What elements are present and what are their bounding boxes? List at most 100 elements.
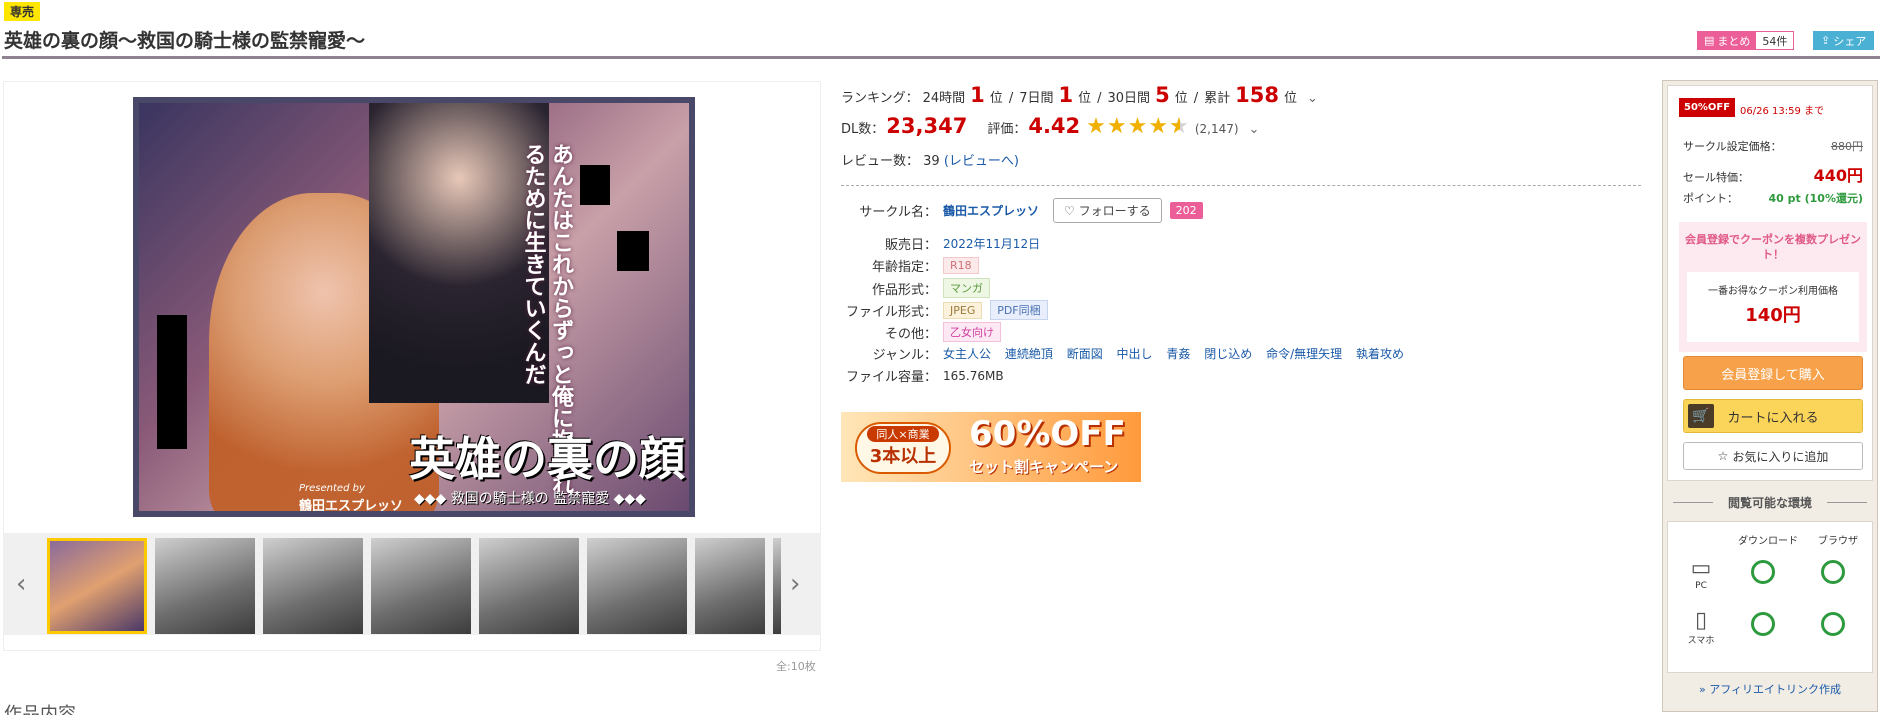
thumbnail[interactable]: [773, 538, 781, 634]
other-tag[interactable]: 乙女向け: [943, 322, 1001, 342]
rating-value: 4.42: [1028, 114, 1081, 138]
share-button[interactable]: ⇪ シェア: [1813, 31, 1875, 50]
cover-circle-name: 鶴田エスプレッソ: [299, 499, 404, 514]
spec-row-file-format: ファイル形式： JPEG PDF同梱: [841, 300, 1641, 320]
thumbnail[interactable]: [695, 538, 765, 634]
genre-link[interactable]: 執着攻め: [1356, 347, 1404, 361]
file-format-tag[interactable]: JPEG: [943, 302, 983, 319]
price-box: 50%OFF 06/26 13:59 まで サークル設定価格： 880円 セール…: [1667, 85, 1873, 481]
rating-stars: ★ ★ ★ ★ ★: [1086, 114, 1189, 139]
main-cover-image[interactable]: あんたはこれからずっと俺に抱かれるために生きていくんだ 英雄の裏の顔 ◆◆◆ 救…: [133, 97, 695, 517]
point-label: ポイント：: [1683, 192, 1738, 205]
cover-presented-by: Presented by: [299, 483, 365, 494]
ranking-row: ランキング： 24時間 1 位 / 7日間 1 位 / 30日間 5 位 / 累…: [841, 83, 1318, 107]
genre-link[interactable]: 青姦: [1166, 347, 1190, 361]
campaign-headline: 60%OFF: [969, 414, 1126, 454]
slash: /: [1193, 91, 1199, 106]
env-browser-label: ブラウザ: [1818, 536, 1858, 547]
spec-row-circle: サークル名： 鶴田エスプレッソ ♡ フォローする 202: [841, 198, 1641, 223]
genre-link[interactable]: 断面図: [1067, 347, 1103, 361]
coupon-best-price-box: 一番お得なクーポン利用価格 140円: [1687, 272, 1859, 342]
matome-label-wrap: ▤ まとめ: [1698, 32, 1757, 49]
genre-link[interactable]: 連続絶頂: [1005, 347, 1053, 361]
follow-button[interactable]: ♡ フォローする: [1053, 198, 1162, 223]
follow-label: フォローする: [1078, 204, 1151, 218]
thumbnail[interactable]: [371, 538, 471, 634]
image-count: 全:10枚: [776, 660, 816, 673]
thumbnail[interactable]: [47, 538, 147, 634]
spec-row-release: 販売日： 2022年11月12日: [841, 234, 1641, 253]
rank-unit: 位: [989, 91, 1003, 106]
ok-circle-icon: [1751, 560, 1775, 584]
ranking-30d-value: 5: [1155, 83, 1170, 107]
env-title: 閲覧可能な環境: [1663, 494, 1877, 511]
star-icon: ★: [1148, 114, 1169, 139]
rank-unit: 位: [1283, 91, 1297, 106]
circle-price-label: サークル設定価格：: [1683, 140, 1782, 153]
format-tag[interactable]: マンガ: [943, 278, 990, 298]
spec-label: ジャンル：: [872, 348, 937, 363]
chevron-down-icon[interactable]: ⌄: [1249, 122, 1260, 137]
add-to-cart-button[interactable]: 🛒 カートに入れる: [1683, 399, 1863, 433]
genre-list: 女主人公 連続絶頂 断面図 中出し 青姦 閉じ込め 命令/無理矢理 執着攻め: [943, 345, 1414, 362]
coupon-best-price: 140円: [1745, 305, 1801, 326]
point-row: ポイント： 40 pt (10%還元): [1683, 190, 1863, 206]
circle-link[interactable]: 鶴田エスプレッソ: [943, 202, 1039, 219]
point-value: 40 pt (10%還元): [1768, 192, 1863, 205]
spec-label: 年齢指定：: [871, 260, 937, 275]
rank-unit: 位: [1174, 91, 1188, 106]
list-icon: ▤: [1704, 34, 1715, 47]
chevron-left-icon[interactable]: ‹: [16, 569, 26, 599]
spec-label: ファイル形式：: [845, 304, 937, 320]
coupon-best-label: 一番お得なクーポン利用価格: [1708, 286, 1838, 297]
add-favorite-button[interactable]: ☆ お気に入りに追加: [1683, 442, 1863, 470]
campaign-banner[interactable]: 同人×商業 3本以上 60%OFF セット割キャンペーン: [841, 412, 1141, 482]
review-label: レビュー数：: [841, 154, 920, 169]
affiliate-link[interactable]: » アフィリエイトリンク作成: [1663, 681, 1877, 697]
ranking-total-label: 累計: [1204, 91, 1231, 106]
cover-logo-subtitle: ◆◆◆ 救国の騎士様の 監禁寵愛 ◆◆◆: [414, 491, 646, 507]
chevron-right-icon[interactable]: ›: [790, 569, 800, 599]
slash: /: [1008, 91, 1014, 106]
product-gallery: あんたはこれからずっと俺に抱かれるために生きていくんだ 英雄の裏の顔 ◆◆◆ 救…: [3, 81, 821, 651]
ranking-label: ランキング：: [841, 91, 919, 106]
register-purchase-button[interactable]: 会員登録して購入: [1683, 356, 1863, 390]
genre-link[interactable]: 閉じ込め: [1204, 347, 1252, 361]
genre-link[interactable]: 中出し: [1117, 347, 1153, 361]
ok-circle-icon: [1821, 612, 1845, 636]
ranking-24h-value: 1: [970, 83, 985, 107]
thumbnail[interactable]: [587, 538, 687, 634]
stats-row: DL数： 23,347 評価： 4.42 ★ ★ ★ ★ ★ (2,147) ⌄: [841, 114, 1259, 139]
genre-link[interactable]: 命令/無理矢理: [1266, 347, 1342, 361]
matome-count: 54件: [1756, 32, 1794, 49]
age-tag[interactable]: R18: [943, 257, 979, 274]
campaign-line1: 同人×商業: [867, 426, 939, 442]
ranking-total-value: 158: [1235, 83, 1279, 107]
circle-price-row: サークル設定価格： 880円: [1683, 138, 1863, 154]
thumbnail[interactable]: [155, 538, 255, 634]
file-format-tag[interactable]: PDF同梱: [990, 300, 1048, 320]
favorite-label: お気に入りに追加: [1732, 449, 1829, 464]
spec-row-genre: ジャンル： 女主人公 連続絶頂 断面図 中出し 青姦 閉じ込め 命令/無理矢理 …: [841, 344, 1641, 363]
exclusive-badge: 専売: [4, 2, 41, 21]
censor-bar: [617, 231, 649, 271]
spec-label: その他：: [884, 326, 937, 342]
spec-row-format: 作品形式： マンガ: [841, 278, 1641, 298]
thumbnail[interactable]: [263, 538, 363, 634]
review-link[interactable]: (レビューへ): [944, 154, 1019, 169]
coupon-box[interactable]: 会員登録でクーポンを複数プレゼント！ 一番お得なクーポン利用価格 140円: [1679, 222, 1867, 352]
censor-bar: [157, 315, 187, 449]
campaign-line2: 3本以上: [869, 446, 937, 467]
thumbnail[interactable]: [479, 538, 579, 634]
chevron-down-icon[interactable]: ⌄: [1307, 91, 1318, 106]
divider: [841, 185, 1641, 186]
cart-label: カートに入れる: [1727, 410, 1819, 426]
share-label: シェア: [1833, 34, 1867, 48]
purchase-panel: 50%OFF 06/26 13:59 まで サークル設定価格： 880円 セール…: [1662, 80, 1878, 712]
matome-button[interactable]: ▤ まとめ 54件: [1697, 31, 1795, 50]
share-icon: ⇪: [1821, 34, 1831, 47]
release-date-link[interactable]: 2022年11月12日: [943, 235, 1040, 252]
ok-circle-icon: [1821, 560, 1845, 584]
ranking-30d-label: 30日間: [1107, 91, 1151, 106]
genre-link[interactable]: 女主人公: [943, 347, 991, 361]
